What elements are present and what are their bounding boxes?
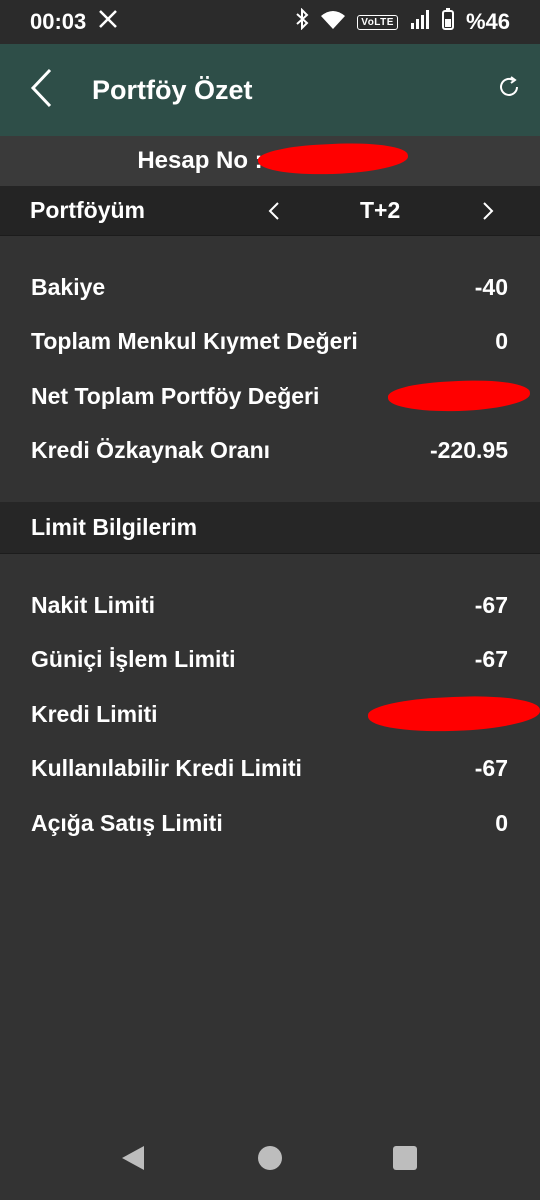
- limits-section-header: Limit Bilgilerim: [0, 502, 540, 554]
- battery-icon: [441, 8, 454, 36]
- account-number-bar: Hesap No :: [0, 136, 540, 186]
- status-time: 00:03: [30, 9, 87, 34]
- limit-row: Açığa Satış Limiti 0: [0, 796, 540, 851]
- nav-home-icon[interactable]: [258, 1146, 282, 1170]
- account-label: Hesap No :: [137, 147, 263, 174]
- wifi-icon: [321, 9, 346, 35]
- row-value: -67: [474, 646, 508, 673]
- row-label: Güniçi İşlem Limiti: [31, 646, 236, 673]
- row-value: 0: [495, 809, 508, 836]
- refresh-icon[interactable]: [496, 74, 522, 105]
- battery-percent: %46: [465, 9, 510, 34]
- row-label: Kredi Özkaynak Oranı: [31, 437, 271, 464]
- limit-row: Kullanılabilir Kredi Limiti -67: [0, 742, 540, 797]
- row-value: 0: [495, 328, 508, 355]
- limit-row: Güniçi İşlem Limiti -67: [0, 633, 540, 688]
- summary-row: Toplam Menkul Kıymet Değeri 0: [0, 315, 540, 370]
- portfolio-label: Portföyüm: [30, 197, 145, 223]
- chevron-left-icon[interactable]: [268, 200, 280, 227]
- app-bar: Portföy Özet: [0, 44, 540, 136]
- summary-row: Kredi Özkaynak Oranı -220.95: [0, 424, 540, 479]
- row-value: -40: [474, 273, 508, 300]
- row-label: Nakit Limiti: [31, 591, 155, 618]
- chevron-right-icon[interactable]: [482, 200, 494, 227]
- signal-icon: [410, 9, 430, 35]
- nav-back-icon[interactable]: [120, 1144, 146, 1177]
- back-chevron-icon[interactable]: [30, 68, 52, 113]
- system-nav-bar: [0, 1116, 540, 1200]
- bluetooth-icon: [295, 7, 309, 36]
- row-label: Kredi Limiti: [31, 700, 158, 727]
- limit-row: Nakit Limiti -67: [0, 578, 540, 633]
- redaction-mark: [387, 377, 531, 415]
- page-title: Portföy Özet: [92, 74, 253, 105]
- volte-badge: VoLTE: [357, 14, 398, 30]
- row-label: Açığa Satış Limiti: [31, 809, 223, 836]
- row-label: Net Toplam Portföy Değeri: [31, 382, 320, 409]
- redaction-mark: [367, 692, 540, 736]
- row-value: -220.95: [429, 437, 508, 464]
- x-logo-icon: [98, 9, 118, 35]
- row-label: Bakiye: [31, 273, 106, 300]
- period-value: T+2: [360, 197, 401, 223]
- row-label: Kullanılabilir Kredi Limiti: [31, 755, 302, 782]
- portfolio-period-bar: Portföyüm T+2: [0, 186, 540, 236]
- limit-row: Kredi Limiti: [0, 687, 540, 742]
- redaction-mark: [257, 140, 409, 178]
- limits-section: Nakit Limiti -67 Güniçi İşlem Limiti -67…: [0, 554, 540, 851]
- row-value: -67: [474, 591, 508, 618]
- row-label: Toplam Menkul Kıymet Değeri: [31, 328, 358, 355]
- status-bar: 00:03 VoLTE %46: [0, 0, 540, 44]
- row-value: -67: [474, 755, 508, 782]
- summary-row: Net Toplam Portföy Değeri: [0, 369, 540, 424]
- summary-row: Bakiye -40: [0, 260, 540, 315]
- nav-recents-icon[interactable]: [393, 1146, 417, 1170]
- summary-section: Bakiye -40 Toplam Menkul Kıymet Değeri 0…: [0, 236, 540, 478]
